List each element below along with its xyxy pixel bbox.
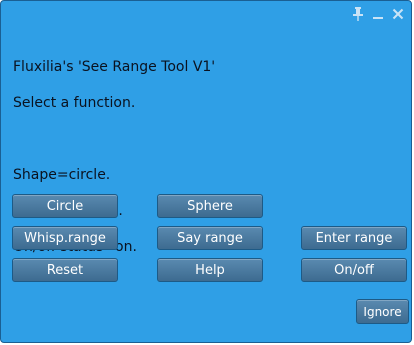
circle-button[interactable]: Circle (12, 194, 118, 218)
minimize-icon[interactable] (371, 7, 385, 21)
message-line-title: Fluxilia's 'See Range Tool V1' (13, 59, 216, 75)
help-button[interactable]: Help (157, 258, 263, 282)
reset-button[interactable]: Reset (12, 258, 118, 282)
sphere-button[interactable]: Sphere (157, 194, 263, 218)
message-line-prompt: Select a function. (13, 95, 136, 111)
enter-range-button[interactable]: Enter range (301, 226, 407, 250)
script-dialog: Fluxilia's 'See Range Tool V1' Select a … (0, 0, 412, 343)
whisp-range-button[interactable]: Whisp.range (12, 226, 118, 250)
pin-icon[interactable] (351, 7, 365, 21)
say-range-button[interactable]: Say range (157, 226, 263, 250)
titlebar-controls (351, 7, 405, 21)
on-off-button[interactable]: On/off (301, 258, 407, 282)
ignore-button[interactable]: Ignore (356, 299, 409, 324)
close-icon[interactable] (391, 7, 405, 21)
message-line-blank (13, 130, 403, 148)
message-line-shape: Shape=circle. (13, 167, 111, 183)
